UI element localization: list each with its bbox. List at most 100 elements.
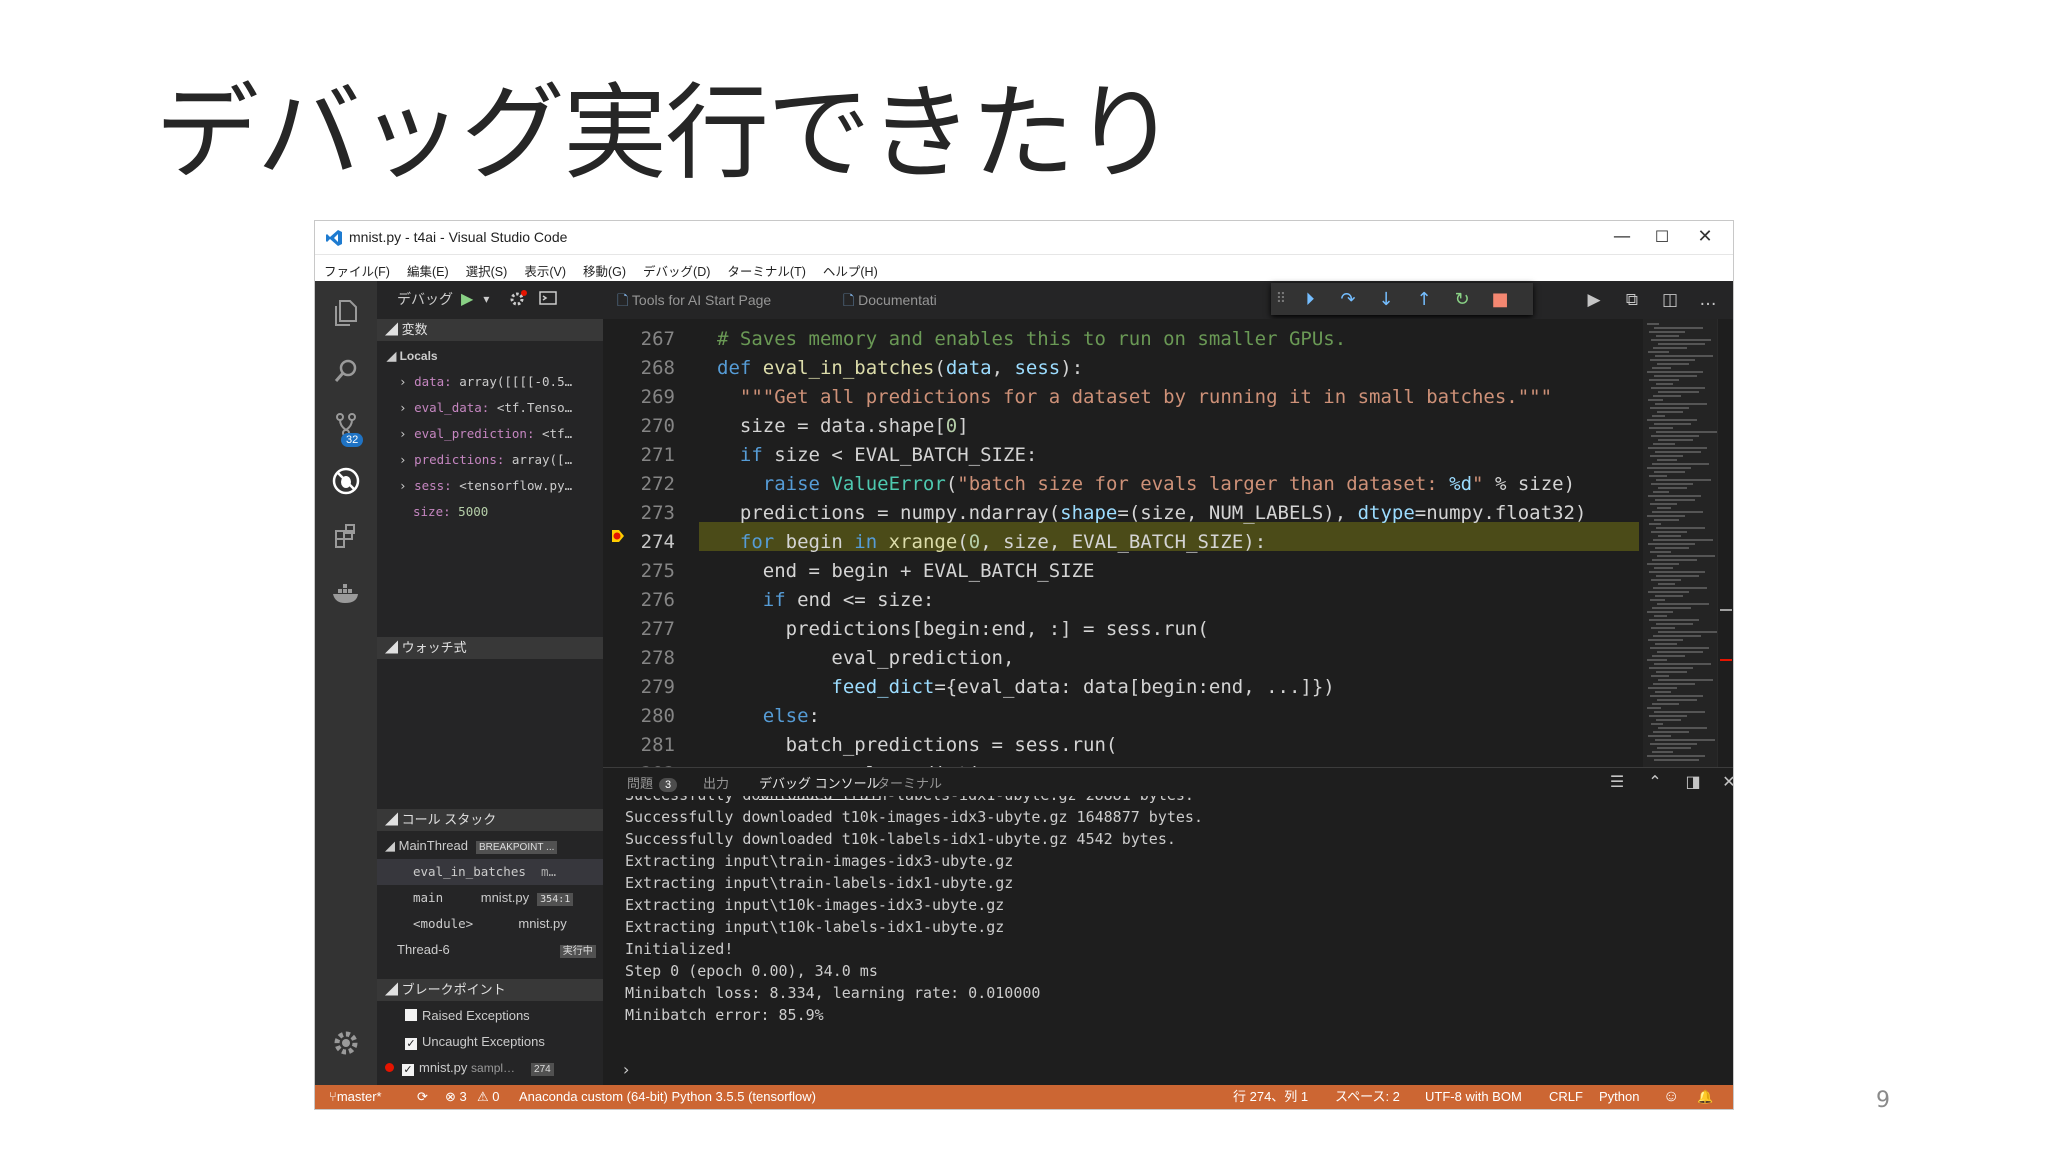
- step-over-button[interactable]: ↷: [1329, 289, 1367, 310]
- minimap-line: [1658, 487, 1687, 489]
- menu-help[interactable]: ヘルプ(H): [814, 255, 886, 281]
- indentation[interactable]: スペース: 2: [1335, 1085, 1400, 1109]
- start-debug-button[interactable]: ▶: [461, 289, 473, 309]
- menu-debug[interactable]: デバッグ(D): [634, 255, 718, 281]
- window-title: mnist.py - t4ai - Visual Studio Code: [349, 229, 568, 245]
- minimap-line: [1658, 439, 1693, 441]
- minimap-line: [1656, 527, 1705, 529]
- menu-selection[interactable]: 選択(S): [457, 255, 516, 281]
- locals-scope[interactable]: ◢ Locals: [377, 343, 603, 369]
- debug-console-icon[interactable]: [539, 290, 558, 308]
- minimap-line: [1648, 543, 1695, 545]
- watch-header[interactable]: ◢ ウォッチ式: [377, 637, 603, 659]
- callstack-thread-main[interactable]: ◢ MainThread BREAKPOINT ...: [377, 833, 603, 859]
- minimap-line: [1649, 475, 1667, 477]
- minimap-line: [1647, 755, 1705, 757]
- code-line: def eval_in_batches(data, sess):: [717, 357, 1084, 379]
- feedback-smiley-icon[interactable]: ☺: [1663, 1085, 1679, 1109]
- step-out-button[interactable]: ↑: [1405, 289, 1443, 310]
- docker-icon[interactable]: [315, 565, 377, 621]
- debug-settings-gear-icon[interactable]: [507, 288, 529, 311]
- title-bar: mnist.py - t4ai - Visual Studio Code — ☐…: [315, 221, 1733, 255]
- debug-icon[interactable]: [315, 453, 377, 509]
- checkbox-unchecked[interactable]: [405, 1009, 417, 1021]
- bp-file-mnist[interactable]: ✓ mnist.py sampl… 274: [377, 1055, 603, 1081]
- run-icon[interactable]: ▶: [1575, 290, 1613, 310]
- encoding[interactable]: UTF-8 with BOM: [1425, 1085, 1522, 1109]
- editor-scrollbar[interactable]: [1717, 319, 1733, 767]
- cursor-position[interactable]: 行 274、列 1: [1233, 1085, 1308, 1109]
- warnings-indicator[interactable]: ⚠ 0: [477, 1085, 500, 1109]
- minimap-line: [1648, 591, 1689, 593]
- search-icon[interactable]: [315, 343, 377, 399]
- menu-edit[interactable]: 編集(E): [398, 255, 457, 281]
- split-editor-icon[interactable]: ◫: [1651, 290, 1689, 310]
- drag-handle-icon[interactable]: ⠿: [1271, 291, 1291, 307]
- step-into-button[interactable]: ↓: [1367, 289, 1405, 310]
- menu-view[interactable]: 表示(V): [515, 255, 574, 281]
- bp-raised-exceptions[interactable]: Raised Exceptions: [377, 1003, 603, 1029]
- language-mode[interactable]: Python: [1599, 1085, 1639, 1109]
- minimap[interactable]: [1643, 319, 1719, 767]
- minimap-line: [1647, 611, 1673, 613]
- panel-layout-icon[interactable]: ◨: [1679, 772, 1707, 791]
- continue-button[interactable]: ⏵: [1291, 289, 1329, 310]
- sync-icon[interactable]: ⟳: [417, 1085, 428, 1109]
- callstack-thread-6[interactable]: Thread-6 実行中: [377, 937, 603, 963]
- code-line: size = data.shape[0]: [717, 415, 969, 437]
- branch-indicator[interactable]: ⑂master*: [329, 1085, 382, 1109]
- callstack-frame[interactable]: eval_in_batches m…: [377, 859, 603, 885]
- python-interpreter[interactable]: Anaconda custom (64-bit) Python 3.5.5 (t…: [519, 1085, 816, 1109]
- minimap-line: [1658, 391, 1699, 393]
- notifications-bell-icon[interactable]: 🔔: [1697, 1085, 1713, 1109]
- var-size[interactable]: size: 5000: [377, 499, 603, 525]
- minimap-line: [1648, 735, 1671, 737]
- callstack-frame[interactable]: <module> mnist.py: [377, 911, 603, 937]
- open-changes-icon[interactable]: ⧉: [1613, 290, 1651, 310]
- debug-sidebar: デバッグ ▶ ▾ ◢ 変数 ◢ Locals › data: array([[[…: [377, 281, 603, 1085]
- console-line: Minibatch loss: 8.334, learning rate: 0.…: [625, 984, 1041, 1002]
- restart-button[interactable]: ↻: [1443, 289, 1481, 310]
- menu-go[interactable]: 移動(G): [574, 255, 634, 281]
- extensions-icon[interactable]: [315, 509, 377, 565]
- settings-gear-icon[interactable]: [315, 1015, 377, 1071]
- minimap-line: [1656, 335, 1679, 337]
- breakpoints-header[interactable]: ◢ ブレークポイント: [377, 979, 603, 1001]
- var-eval-data[interactable]: › eval_data: <tf.Tenso…: [377, 395, 603, 421]
- debug-config-dropdown[interactable]: ▾: [483, 292, 489, 306]
- code-line: # Saves memory and enables this to run o…: [717, 328, 1347, 350]
- var-eval-prediction[interactable]: › eval_prediction: <tf…: [377, 421, 603, 447]
- stop-button[interactable]: ■: [1481, 289, 1519, 310]
- checkbox-checked[interactable]: ✓: [405, 1038, 417, 1050]
- minimize-button[interactable]: —: [1602, 223, 1642, 253]
- tab-start-page[interactable]: 🗋 Tools for AI Start Page: [603, 281, 771, 319]
- line-endings[interactable]: CRLF: [1549, 1085, 1583, 1109]
- var-data[interactable]: › data: array([[[[-0.5…: [377, 369, 603, 395]
- minimap-line: [1654, 519, 1679, 521]
- minimap-line: [1658, 631, 1719, 633]
- console-prompt[interactable]: ›: [623, 1060, 629, 1079]
- maximize-button[interactable]: ☐: [1642, 223, 1682, 253]
- errors-indicator[interactable]: ⊗ 3: [445, 1085, 467, 1109]
- code-editor[interactable]: 267 # Saves memory and enables this to ru…: [603, 319, 1733, 767]
- close-panel-icon[interactable]: ✕: [1715, 772, 1743, 791]
- clear-console-icon[interactable]: ☰: [1603, 772, 1631, 791]
- checkbox-checked[interactable]: ✓: [402, 1064, 414, 1076]
- minimap-line: [1658, 679, 1713, 681]
- maximize-panel-icon[interactable]: ⌃: [1641, 772, 1669, 791]
- debug-console-output[interactable]: Successfully downloaded train-labels-idx…: [625, 796, 1715, 1046]
- close-button[interactable]: ✕: [1685, 223, 1725, 253]
- tab-documentation[interactable]: 🗋 Documentati: [829, 281, 937, 319]
- var-sess[interactable]: › sess: <tensorflow.py…: [377, 473, 603, 499]
- minimap-line: [1650, 743, 1697, 745]
- var-predictions[interactable]: › predictions: array([…: [377, 447, 603, 473]
- variables-header[interactable]: ◢ 変数: [377, 319, 603, 341]
- code-line: if size < EVAL_BATCH_SIZE:: [739, 444, 1038, 466]
- bp-uncaught-exceptions[interactable]: ✓ Uncaught Exceptions: [377, 1029, 603, 1055]
- callstack-frame[interactable]: main mnist.py 354:1: [377, 885, 603, 911]
- menu-file[interactable]: ファイル(F): [315, 255, 398, 281]
- menu-terminal[interactable]: ターミナル(T): [718, 255, 813, 281]
- callstack-header[interactable]: ◢ コール スタック: [377, 809, 603, 831]
- more-actions-icon[interactable]: …: [1689, 290, 1727, 310]
- explorer-icon[interactable]: [315, 285, 377, 341]
